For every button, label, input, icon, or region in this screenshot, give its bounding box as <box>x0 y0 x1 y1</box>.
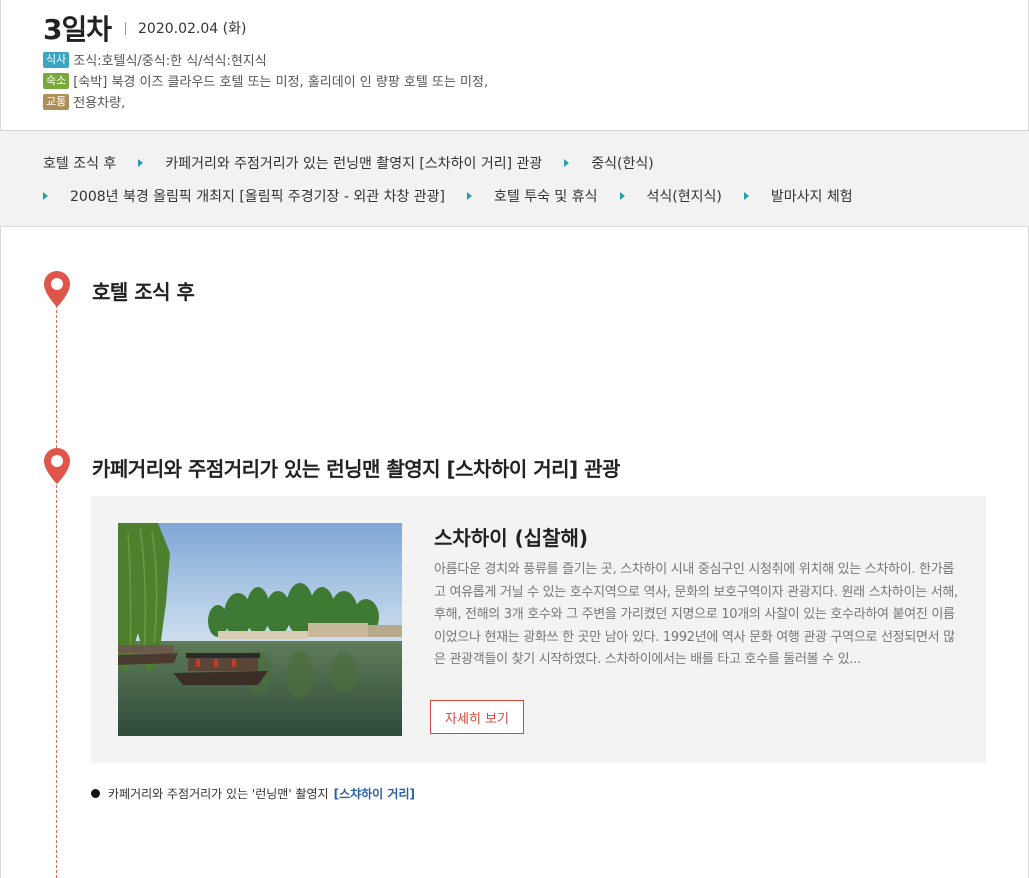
schedule-item: 발마사지 체험 <box>770 189 853 205</box>
location-note: 카페거리와 주점거리가 있는 '런닝맨' 촬영지 [스챠하이 거리] <box>91 785 415 802</box>
schedule-line-1: 호텔 조식 후 카페거리와 주점거리가 있는 런닝맨 촬영지 [스차하이 거리]… <box>43 153 654 173</box>
note-text: 카페거리와 주점거리가 있는 '런닝맨' 촬영지 <box>108 787 329 801</box>
attraction-description: 아름다운 경치와 풍류를 즐기는 곳, 스차하이 시내 중심구인 시청취에 위치… <box>434 562 958 667</box>
transport-row: 교통 전용차량, <box>43 91 488 112</box>
day-date: 2020.02.04 (화) <box>138 21 247 37</box>
schedule-summary: 호텔 조식 후 카페거리와 주점거리가 있는 런닝맨 촬영지 [스차하이 거리]… <box>0 131 1029 227</box>
hotel-tag: 숙소 <box>43 72 70 89</box>
meal-row: 식사 조식:호텔식/중식:한 식/석식:현지식 <box>43 49 488 70</box>
attraction-name: 스차하이 (십찰해) <box>434 526 589 550</box>
arrow-right-icon <box>564 159 570 167</box>
bullet-icon <box>91 789 100 798</box>
view-details-button[interactable]: 자세히 보기 <box>430 700 524 734</box>
hotel-row: 숙소 [숙박] 북경 이즈 클라우드 호텔 또는 미정, 홀리데이 인 량팡 호… <box>43 70 488 91</box>
transport-tag: 교통 <box>43 93 70 110</box>
transport-text: 전용차량, <box>73 96 126 111</box>
schedule-item: 카페거리와 주점거리가 있는 런닝맨 촬영지 [스차하이 거리] 관광 <box>165 156 543 172</box>
day-title: 3일차 <box>43 13 112 46</box>
header-separator <box>125 21 127 35</box>
meal-tag: 식사 <box>43 51 70 68</box>
attraction-card: 스차하이 (십찰해) 아름다운 경치와 풍류를 즐기는 곳, 스차하이 시내 중… <box>91 496 986 763</box>
schedule-item: 석식(현지식) <box>646 189 722 205</box>
schedule-item: 중식(한식) <box>591 156 654 172</box>
schedule-line-2: 2008년 북경 올림픽 개최지 [올림픽 주경기장 - 외관 차창 관광] 호… <box>43 186 853 206</box>
arrow-right-icon <box>467 192 473 200</box>
schedule-item: 2008년 북경 올림픽 개최지 [올림픽 주경기장 - 외관 차창 관광] <box>70 189 446 205</box>
day-info: 식사 조식:호텔식/중식:한 식/석식:현지식 숙소 [숙박] 북경 이즈 클라… <box>43 49 488 112</box>
attraction-photo <box>118 523 402 736</box>
arrow-right-icon <box>619 192 625 200</box>
arrow-right-icon <box>138 159 144 167</box>
arrow-right-icon <box>43 192 48 200</box>
hotel-text: [숙박] 북경 이즈 클라우드 호텔 또는 미정, 홀리데이 인 량팡 호텔 또… <box>73 75 489 90</box>
day-header: 3일차 2020.02.04 (화) <box>43 8 246 48</box>
schedule-item: 호텔 투숙 및 휴식 <box>494 189 598 205</box>
arrow-right-icon <box>743 192 749 200</box>
location-link[interactable]: [스챠하이 거리] <box>334 785 415 802</box>
stop-title: 호텔 조식 후 <box>92 280 195 304</box>
map-pin-icon <box>43 447 71 485</box>
stop-title: 카페거리와 주점거리가 있는 런닝맨 촬영지 [스차하이 거리] 관광 <box>92 457 620 481</box>
meal-text: 조식:호텔식/중식:한 식/석식:현지식 <box>73 54 267 69</box>
timeline-line <box>56 300 57 878</box>
schedule-item: 호텔 조식 후 <box>43 156 117 172</box>
map-pin-icon <box>43 270 71 308</box>
